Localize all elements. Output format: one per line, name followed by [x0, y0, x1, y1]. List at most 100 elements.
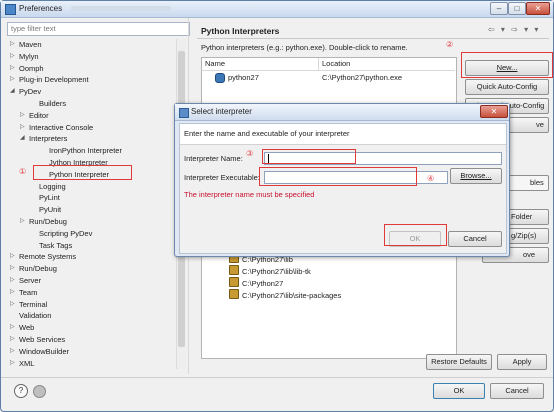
collapsed-arrow-icon[interactable]: ▷: [10, 346, 15, 357]
tree-item-label: IronPython Interpreter: [49, 146, 122, 156]
tree-item-label: Run/Debug: [19, 264, 57, 274]
tree-item-label: Remote Systems: [19, 252, 77, 262]
column-header-location[interactable]: Location: [319, 58, 455, 71]
panel-separator: [197, 38, 549, 39]
expanded-arrow-icon[interactable]: ◢: [20, 133, 25, 144]
collapsed-arrow-icon[interactable]: ▷: [10, 63, 15, 74]
browse-button[interactable]: Browse...: [450, 168, 502, 184]
tree-item-label: XML: [19, 358, 35, 368]
folder-button-label: Folder: [511, 212, 533, 221]
annotation-box-4: [259, 167, 417, 186]
tree-item-label: PyLint: [39, 193, 60, 203]
collapsed-arrow-icon[interactable]: ▷: [10, 275, 15, 286]
annotation-box-1: [33, 165, 132, 180]
close-window-button[interactable]: ✕: [526, 2, 550, 15]
tree-item-label: Team: [19, 287, 38, 297]
dialog-header: Enter the name and executable of your in…: [180, 124, 506, 145]
remove-path-label: ove: [523, 250, 536, 259]
history-nav-icons[interactable]: ⇦ ▾ ⇨ ▾ ▾: [488, 25, 540, 34]
tree-item-label: Interactive Console: [29, 122, 94, 132]
dialog-cancel-button[interactable]: Cancel: [448, 231, 502, 247]
dialog-title-bar: Select interpreter ✕: [175, 104, 509, 121]
tree-item-label: Validation: [19, 311, 52, 321]
tree-item-label: WindowBuilder: [19, 346, 70, 356]
preference-tree: ▷ Maven ▷ Mylyn ▷ Oomph ▷ Plug-in Development ◢ P…: [7, 39, 175, 369]
annotation-box-ok: [384, 224, 447, 246]
list-item[interactable]: C:\Python27\lib\site-packages: [229, 289, 341, 300]
title-blurred-region: [71, 6, 171, 11]
collapsed-arrow-icon[interactable]: ▷: [10, 287, 15, 298]
tree-item-label: Scripting PyDev: [39, 228, 93, 238]
tree-item-label: Mylyn: [19, 51, 39, 61]
list-item[interactable]: C:\Python27\lib\lib-tk: [229, 265, 311, 276]
tree-item-label: Plug-in Development: [19, 75, 89, 85]
expanded-arrow-icon[interactable]: ◢: [10, 86, 15, 97]
collapsed-arrow-icon[interactable]: ▷: [10, 358, 15, 369]
tree-item-label: Task Tags: [39, 240, 73, 250]
remove-button-label: ve: [536, 120, 544, 129]
path-label: C:\Python27\lib\site-packages: [242, 291, 342, 300]
collapsed-arrow-icon[interactable]: ▷: [10, 299, 15, 310]
zip-button-label: g/Zip(s): [511, 231, 537, 240]
restore-defaults-button[interactable]: Restore Defaults: [426, 354, 492, 370]
collapsed-arrow-icon[interactable]: ▷: [10, 39, 15, 50]
dialog-title: Select interpreter: [191, 107, 252, 116]
annotation-number-2: ②: [446, 40, 454, 49]
interpreter-executable-label: Interpreter Executable:: [184, 173, 260, 182]
tree-item-label: Maven: [19, 40, 42, 49]
annotation-box-2: [461, 52, 553, 78]
collapsed-arrow-icon[interactable]: ▷: [10, 251, 15, 262]
maximize-button[interactable]: □: [508, 2, 526, 15]
collapsed-arrow-icon[interactable]: ▷: [20, 122, 25, 133]
list-item[interactable]: C:\Python27: [229, 277, 283, 288]
annotation-number-4: ④: [427, 174, 435, 183]
interpreter-location-cell: C:\Python27\python.exe: [322, 73, 403, 82]
tree-item-label: Web Services: [19, 335, 66, 344]
panel-title: Python Interpreters: [201, 26, 280, 36]
panel-description: Python interpreters (e.g.: python.exe). …: [201, 43, 408, 52]
collapsed-arrow-icon[interactable]: ▷: [20, 216, 25, 227]
tree-item-label: Oomph: [19, 63, 44, 73]
window-title: Preferences: [19, 4, 63, 13]
dialog-close-button[interactable]: ✕: [480, 105, 508, 118]
minimize-button[interactable]: –: [490, 2, 508, 15]
ok-button[interactable]: OK: [433, 383, 485, 399]
cancel-button[interactable]: Cancel: [490, 383, 544, 399]
interpreter-name-cell: python27: [228, 73, 259, 82]
interpreter-name-label: Interpreter Name:: [184, 154, 243, 163]
filter-input[interactable]: type filter text: [7, 22, 190, 36]
tree-item-label: Terminal: [19, 299, 48, 309]
tree-item-label: PyUnit: [39, 205, 62, 215]
quick-auto-config-button[interactable]: Quick Auto-Config: [465, 79, 549, 95]
dialog-header-text: Enter the name and executable of your in…: [184, 129, 350, 138]
import-export-icon[interactable]: [33, 385, 46, 398]
annotation-box-3: [262, 149, 356, 164]
tree-item-label: Logging: [39, 181, 66, 191]
collapsed-arrow-icon[interactable]: ▷: [10, 334, 15, 345]
collapsed-arrow-icon[interactable]: ▷: [10, 51, 15, 62]
path-label: C:\Python27: [242, 279, 284, 288]
footer-separator: [1, 377, 553, 378]
tree-item-label: Editor: [29, 110, 49, 120]
folder-icon: [229, 265, 239, 275]
collapsed-arrow-icon[interactable]: ▷: [20, 110, 25, 121]
tree-item-label: Web: [19, 323, 35, 333]
column-header-name[interactable]: Name: [202, 58, 319, 71]
annotation-number-1: ①: [19, 167, 27, 176]
annotation-number-3: ③: [246, 149, 254, 158]
tree-item-label: Server: [19, 276, 42, 285]
path-label: C:\Python27\lib\lib-tk: [242, 267, 311, 276]
select-interpreter-dialog: Select interpreter ✕ Enter the name and …: [174, 103, 510, 257]
collapsed-arrow-icon[interactable]: ▷: [10, 74, 15, 85]
tree-item-label: Interpreters: [29, 134, 68, 144]
title-bar: Preferences – □ ✕: [1, 1, 553, 18]
dialog-app-icon: [179, 108, 189, 118]
tree-item-label: Run/Debug: [29, 217, 67, 226]
collapsed-arrow-icon[interactable]: ▷: [10, 322, 15, 333]
tree-item-label: Builders: [39, 99, 67, 108]
folder-icon: [229, 289, 239, 299]
help-icon[interactable]: ?: [14, 384, 28, 398]
apply-button[interactable]: Apply: [497, 354, 547, 370]
collapsed-arrow-icon[interactable]: ▷: [10, 263, 15, 274]
dialog-body: Enter the name and executable of your in…: [179, 123, 507, 254]
